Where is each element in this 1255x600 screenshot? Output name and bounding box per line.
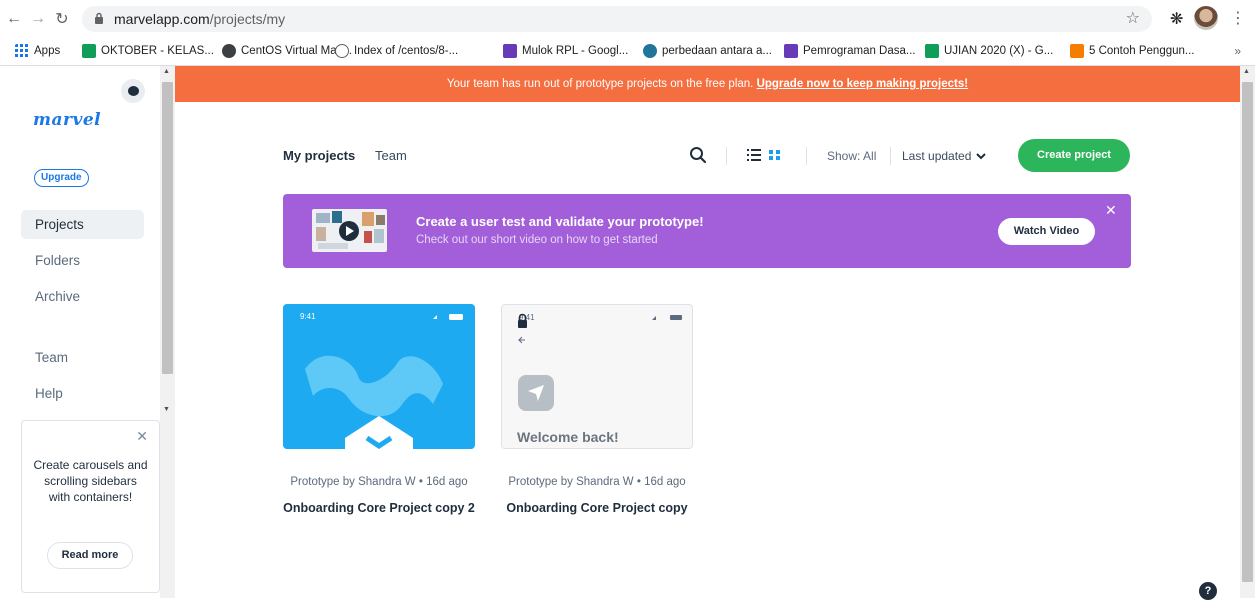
upgrade-link[interactable]: Upgrade now to keep making projects! (757, 78, 969, 90)
scroll-up-icon[interactable]: ▲ (1243, 68, 1250, 75)
close-icon[interactable]: ✕ (1105, 202, 1117, 219)
promo-title: Create a user test and validate your pro… (416, 214, 704, 229)
toolbar-divider (806, 147, 807, 165)
upgrade-banner: Your team has run out of prototype proje… (175, 66, 1240, 102)
list-view-icon[interactable] (747, 149, 761, 161)
search-icon[interactable] (689, 146, 707, 164)
sidebar: marvel Upgrade Projects Folders Archive … (0, 66, 160, 598)
bookmark-item[interactable]: Pemrograman Dasa... (784, 44, 916, 58)
sidebar-item-archive[interactable]: Archive (21, 282, 144, 311)
sheets-icon (925, 44, 939, 58)
bookmark-star-icon[interactable]: ☆ (1126, 8, 1140, 28)
toolbar-divider (726, 147, 727, 165)
sidebar-item-team[interactable]: Team (21, 343, 144, 372)
lock-icon (95, 12, 103, 24)
chat-icon[interactable] (121, 79, 145, 103)
bookmark-item[interactable]: Mulok RPL - Googl... (503, 44, 628, 58)
bookmark-label: OKTOBER - KELAS... (101, 45, 214, 57)
forms-icon (503, 44, 517, 58)
sidebar-item-projects[interactable]: Projects (21, 210, 144, 239)
bookmarks-bar: Apps OKTOBER - KELAS... CentOS Virtual M… (0, 38, 1255, 66)
scroll-up-icon[interactable]: ▲ (163, 68, 170, 75)
sidebar-item-folders[interactable]: Folders (21, 246, 144, 275)
project-card[interactable]: 9:41 Prototype by Shandra W • 16d ago On… (283, 304, 475, 515)
wordpress-icon (643, 44, 657, 58)
banner-text: Your team has run out of prototype proje… (446, 78, 757, 90)
bookmarks-overflow-button[interactable]: » (1234, 44, 1241, 58)
video-thumbnail[interactable] (312, 209, 387, 252)
project-thumbnail[interactable]: 9:41 (283, 304, 475, 449)
tab-team[interactable]: Team (375, 148, 407, 163)
project-meta: Prototype by Shandra W • 16d ago (290, 476, 468, 488)
onboarding-illustration (305, 314, 463, 449)
project-thumbnail[interactable]: 9:41 Welcome back! (501, 304, 693, 449)
bookmark-item[interactable]: UJIAN 2020 (X) - G... (925, 44, 1053, 58)
sort-label: Last updated (902, 149, 972, 163)
forms-icon (784, 44, 798, 58)
chevron-down-icon (976, 152, 987, 159)
project-meta: Prototype by Shandra W • 16d ago (508, 476, 686, 488)
create-project-button[interactable]: Create project (1018, 139, 1130, 172)
close-icon[interactable]: ✕ (136, 428, 148, 445)
tab-my-projects[interactable]: My projects (283, 148, 355, 163)
bookmark-label: 5 Contoh Penggun... (1089, 45, 1195, 57)
upgrade-button[interactable]: Upgrade (34, 169, 89, 187)
bookmark-label: Index of /centos/8-... (354, 45, 459, 57)
project-card[interactable]: 9:41 Welcome back! Prototype by Shandra … (501, 304, 693, 515)
sidebar-scrollbar[interactable]: ▲ ▼ (160, 66, 175, 598)
project-title[interactable]: Onboarding Core Project copy (501, 500, 693, 517)
tip-text: Create carousels and scrolling sidebars … (33, 458, 148, 504)
welcome-text: Welcome back! (517, 429, 619, 445)
browser-toolbar: ← → ↻ marvelapp.com/projects/my ☆ ❋ ⋮ (0, 0, 1255, 38)
help-icon[interactable]: ? (1199, 582, 1217, 600)
browser-menu-icon[interactable]: ⋮ (1230, 8, 1246, 28)
scrollbar-thumb[interactable] (1242, 82, 1253, 582)
marvel-logo[interactable]: marvel (33, 110, 101, 130)
welcome-screen-preview (517, 313, 682, 411)
url-host: marvelapp.com (114, 11, 210, 27)
watch-video-button[interactable]: Watch Video (998, 218, 1095, 245)
bookmark-item[interactable]: Index of /centos/8-... (335, 44, 458, 58)
bookmark-label: Apps (34, 45, 61, 57)
video-collage-image (316, 211, 385, 249)
scroll-down-icon[interactable]: ▼ (163, 406, 170, 413)
read-more-button[interactable]: Read more (47, 542, 133, 569)
bookmark-label: UJIAN 2020 (X) - G... (944, 45, 1054, 57)
back-icon[interactable]: ← (3, 8, 25, 30)
address-bar[interactable]: marvelapp.com/projects/my ☆ (82, 6, 1152, 32)
blogger-icon (1070, 44, 1084, 58)
bookmark-apps[interactable]: Apps (15, 44, 60, 58)
sidebar-item-help[interactable]: Help (21, 379, 144, 408)
reload-icon[interactable]: ↻ (51, 8, 73, 30)
forward-icon[interactable]: → (27, 8, 49, 30)
project-title[interactable]: Onboarding Core Project copy 2 (283, 500, 475, 517)
toolbar-divider (890, 147, 891, 165)
profile-avatar[interactable] (1194, 6, 1218, 30)
scrollbar-thumb[interactable] (162, 82, 173, 374)
tip-card: ✕ Create carousels and scrolling sidebar… (21, 420, 160, 593)
grid-view-icon[interactable] (769, 150, 781, 160)
page-scrollbar[interactable]: ▲ (1240, 66, 1255, 598)
bookmark-item[interactable]: CentOS Virtual Mac... (222, 44, 352, 58)
promo-subtitle: Check out our short video on how to get … (416, 234, 658, 246)
extensions-icon[interactable]: ❋ (1170, 9, 1183, 29)
bookmark-item[interactable]: 5 Contoh Penggun... (1070, 44, 1195, 58)
sort-dropdown[interactable]: Last updated (902, 149, 987, 163)
bookmark-item[interactable]: perbedaan antara a... (643, 44, 772, 58)
apps-grid-icon (15, 44, 28, 57)
user-test-promo: Create a user test and validate your pro… (283, 194, 1131, 268)
bookmark-label: Pemrograman Dasa... (803, 45, 916, 57)
bookmark-label: perbedaan antara a... (662, 45, 772, 57)
show-filter[interactable]: Show: All (827, 149, 876, 163)
status-time: 9:41 (300, 312, 316, 321)
url-path: /projects/my (209, 11, 286, 27)
sheets-icon (82, 44, 96, 58)
bookmark-label: Mulok RPL - Googl... (522, 45, 629, 57)
virtualbox-icon (222, 44, 236, 58)
globe-icon (335, 44, 349, 58)
bookmark-item[interactable]: OKTOBER - KELAS... (82, 44, 214, 58)
